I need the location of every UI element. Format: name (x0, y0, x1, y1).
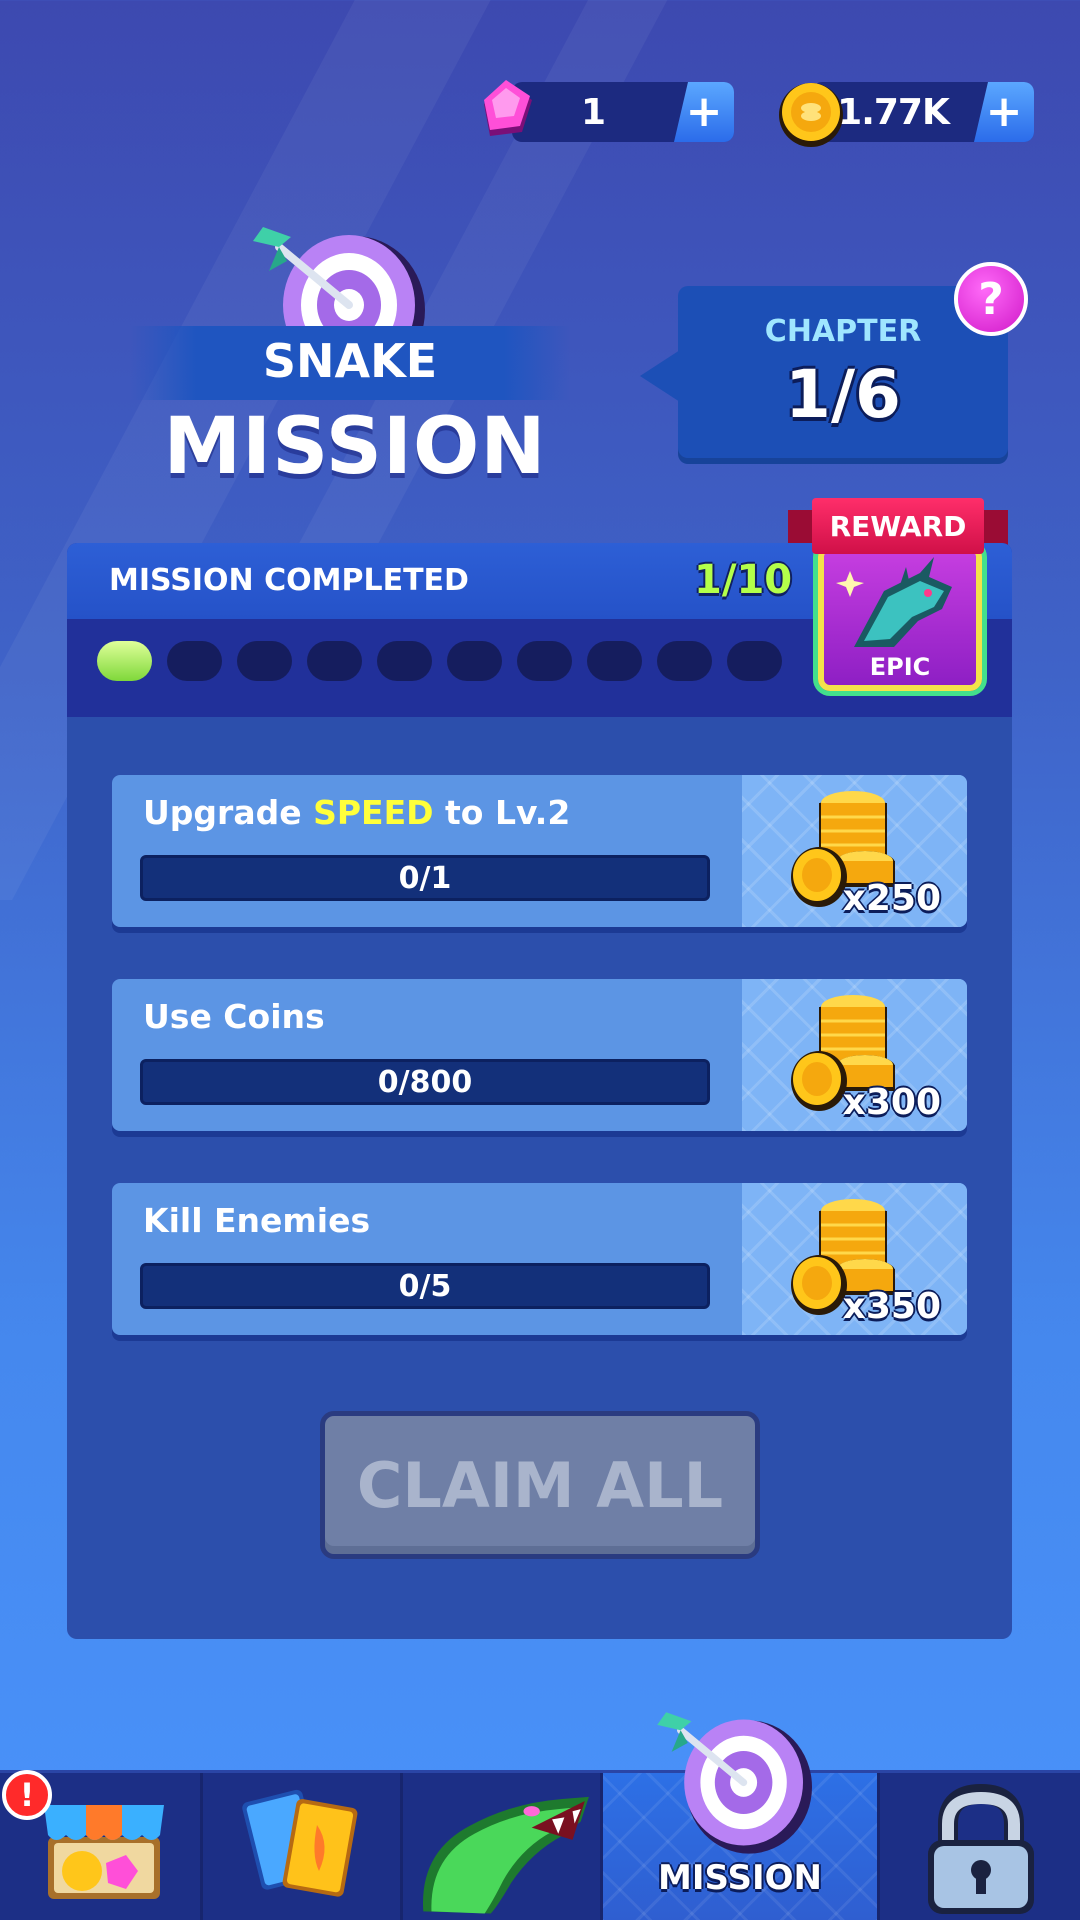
progress-pip (97, 641, 152, 681)
progress-pip (237, 641, 292, 681)
gem-icon (484, 80, 532, 136)
mission-highlight: SPEED (313, 793, 434, 832)
title-line-1: SNAKE (262, 334, 438, 388)
mission-row[interactable]: Upgrade SPEED to Lv.2 0/1 x250 (112, 775, 967, 933)
gem-counter: 1 + (512, 82, 734, 142)
mission-reward-amount: x250 (842, 878, 941, 919)
mission-row[interactable]: Kill Enemies 0/5 x350 (112, 1183, 967, 1341)
progress-pip (727, 641, 782, 681)
mission-description: Use Coins (143, 997, 325, 1036)
mission-row-body: Upgrade SPEED to Lv.2 0/1 x250 (112, 775, 967, 927)
help-button[interactable]: ? (954, 262, 1028, 336)
mission-reward-amount: x300 (842, 1082, 941, 1123)
mission-row[interactable]: Use Coins 0/800 x300 (112, 979, 967, 1137)
lock-icon (928, 1783, 1034, 1914)
tab-cards[interactable] (203, 1773, 403, 1920)
mission-row-body: Kill Enemies 0/5 x350 (112, 1183, 967, 1335)
progress-pips (97, 641, 782, 681)
snake-icon (423, 1796, 589, 1914)
mission-row-body: Use Coins 0/800 x300 (112, 979, 967, 1131)
mission-text: Upgrade (143, 793, 314, 832)
mission-progress-bar: 0/5 (140, 1263, 710, 1309)
claim-all-button[interactable]: CLAIM ALL (320, 1411, 760, 1559)
chapter-label: CHAPTER (764, 314, 922, 349)
mission-text-suffix: to Lv.2 (433, 793, 571, 832)
mission-text: Kill Enemies (143, 1201, 371, 1240)
chapter-pointer (640, 350, 680, 402)
cards-icon (242, 1789, 358, 1897)
reward-rarity: EPIC (869, 653, 931, 681)
add-gems-button[interactable]: + (674, 82, 734, 142)
progress-pip (447, 641, 502, 681)
mission-progress-bar: 0/1 (140, 855, 710, 901)
tab-mission-label: MISSION (658, 1858, 822, 1898)
epic-reward-card[interactable]: EPIC (818, 545, 982, 691)
progress-pip (587, 641, 642, 681)
mission-completed-count: 1/10 (694, 557, 793, 603)
reward-tag: REWARD (788, 498, 1008, 554)
shop-icon (44, 1805, 164, 1899)
page-title: MISSION (163, 402, 547, 492)
bottom-nav (0, 1770, 1080, 1920)
mission-description: Kill Enemies (143, 1201, 370, 1240)
tab-snake[interactable] (403, 1773, 603, 1920)
progress-pip (517, 641, 572, 681)
progress-pip (377, 641, 432, 681)
mission-completed-label: MISSION COMPLETED (109, 563, 469, 598)
target-icon (657, 1712, 812, 1854)
progress-pip (167, 641, 222, 681)
tab-locked[interactable] (880, 1773, 1080, 1920)
shop-alert-badge: ! (2, 1770, 52, 1820)
mission-text: Use Coins (143, 997, 325, 1036)
coin-icon (779, 83, 843, 147)
progress-pip (657, 641, 712, 681)
mission-description: Upgrade SPEED to Lv.2 (143, 793, 570, 832)
progress-pip (307, 641, 362, 681)
mission-progress-bar: 0/800 (140, 1059, 710, 1105)
mission-reward-amount: x350 (842, 1286, 941, 1327)
add-coins-button[interactable]: + (974, 82, 1034, 142)
chapter-value: 1/6 (785, 356, 901, 433)
